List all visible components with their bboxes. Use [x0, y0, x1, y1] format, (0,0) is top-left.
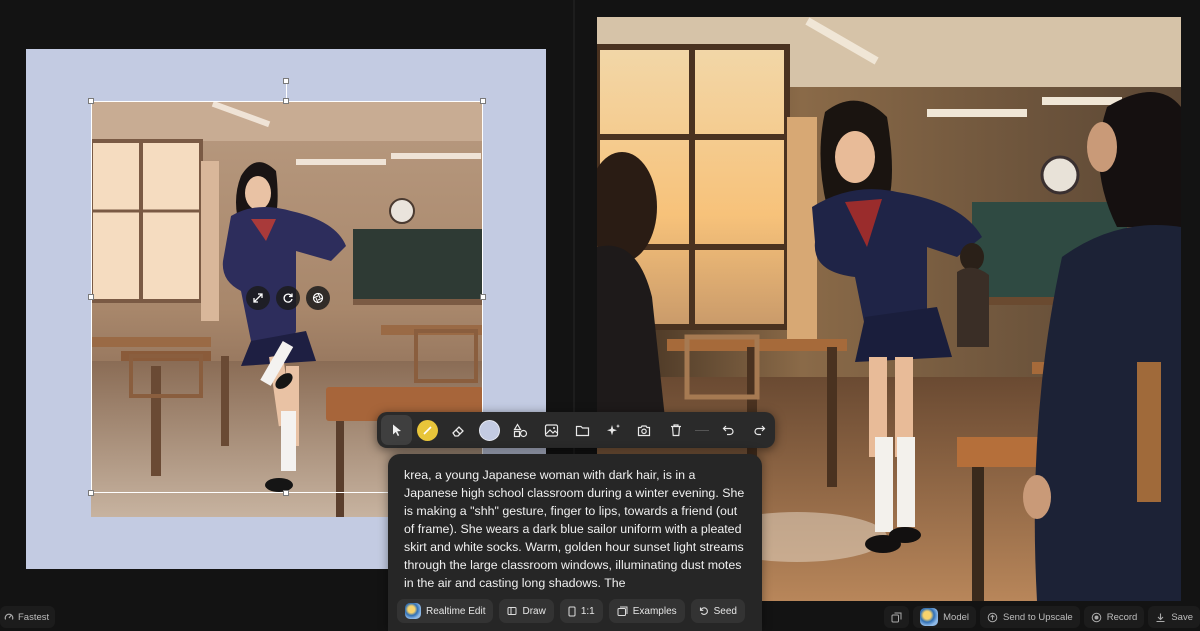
- speed-selector[interactable]: Fastest: [0, 606, 56, 628]
- copy-icon: [891, 612, 902, 622]
- resize-handle-bottom[interactable]: [283, 490, 289, 496]
- download-icon: [1156, 613, 1165, 622]
- save-button[interactable]: Save: [1148, 606, 1200, 628]
- realtime-model-icon: [405, 603, 421, 619]
- brush-swatch-icon: [417, 419, 438, 441]
- toolbar-separator: [695, 429, 709, 431]
- ai-enhance-button[interactable]: [598, 415, 629, 445]
- undo-button[interactable]: [713, 415, 744, 445]
- send-to-upscale-button[interactable]: Send to Upscale: [980, 606, 1080, 628]
- upscale-icon: [987, 612, 998, 622]
- upscale-label: Send to Upscale: [1003, 611, 1073, 623]
- refresh-icon: [699, 607, 708, 615]
- realtime-edit-label: Realtime Edit: [426, 605, 486, 617]
- rotation-handle[interactable]: [283, 78, 289, 84]
- eraser-tool-button[interactable]: [443, 415, 474, 445]
- prompt-panel: krea, a young Japanese woman with dark h…: [388, 454, 762, 631]
- image-tool-button[interactable]: [536, 415, 567, 445]
- redo-icon: [754, 425, 766, 435]
- canvas-toolbar: [377, 412, 775, 448]
- model-label: Model: [943, 611, 969, 623]
- redo-button[interactable]: [744, 415, 775, 445]
- fill-color-button[interactable]: [474, 415, 505, 445]
- speedometer-icon: [4, 613, 14, 620]
- speed-label: Fastest: [18, 611, 50, 623]
- aperture-icon: [312, 292, 324, 304]
- undo-icon: [722, 425, 734, 435]
- delete-button[interactable]: [660, 415, 691, 445]
- image-icon: [544, 423, 559, 437]
- resize-handle-top[interactable]: [283, 98, 289, 104]
- panel-icon: [507, 607, 517, 615]
- copy-button[interactable]: [884, 606, 910, 628]
- shapes-tool-button[interactable]: [505, 415, 536, 445]
- aspect-ratio-label: 1:1: [580, 605, 595, 617]
- draw-label: Draw: [522, 605, 546, 617]
- record-button[interactable]: Record: [1083, 606, 1145, 628]
- sparkles-icon: [607, 423, 620, 435]
- shapes-icon: [513, 422, 528, 437]
- examples-button[interactable]: Examples: [608, 599, 685, 623]
- prompt-textarea[interactable]: krea, a young Japanese woman with dark h…: [404, 466, 749, 590]
- draw-button[interactable]: Draw: [499, 599, 554, 623]
- seed-button[interactable]: Seed: [690, 599, 745, 623]
- seed-label: Seed: [713, 605, 737, 617]
- resize-handle-top-right[interactable]: [480, 98, 486, 104]
- camera-plus-icon: [637, 424, 651, 436]
- rotate-icon: [283, 293, 293, 303]
- resize-handle-right[interactable]: [480, 294, 486, 300]
- record-icon: [1091, 612, 1102, 622]
- cursor-icon: [392, 424, 401, 436]
- object-float-tools: [246, 286, 330, 310]
- examples-label: Examples: [632, 605, 677, 617]
- aspect-ratio-button[interactable]: 1:1: [559, 599, 603, 623]
- phone-aspect-icon: [568, 606, 576, 616]
- folder-button[interactable]: [567, 415, 598, 445]
- prompt-options-row: Realtime Edit Draw 1:1 Examples Seed: [397, 599, 745, 623]
- realtime-edit-button[interactable]: Realtime Edit: [397, 599, 494, 623]
- scale-button[interactable]: [246, 286, 270, 310]
- model-thumbnail-icon: [920, 608, 939, 626]
- resize-handle-left[interactable]: [88, 294, 94, 300]
- output-actions: Model Send to Upscale Record Save: [884, 606, 1200, 628]
- expand-arrows-icon: [253, 293, 263, 303]
- record-label: Record: [1106, 611, 1138, 623]
- eraser-icon: [452, 425, 464, 437]
- color-swatch-icon: [479, 419, 500, 441]
- app: krea, a young Japanese woman with dark h…: [0, 0, 1200, 631]
- save-label: Save: [1171, 611, 1193, 623]
- select-tool-button[interactable]: [381, 415, 412, 445]
- remove-background-button[interactable]: [306, 286, 330, 310]
- brush-color-button[interactable]: [412, 415, 443, 445]
- resize-handle-bottom-left[interactable]: [88, 490, 94, 496]
- resize-handle-top-left[interactable]: [88, 98, 94, 104]
- folder-icon: [575, 425, 590, 436]
- capture-button[interactable]: [629, 415, 660, 445]
- model-button[interactable]: Model: [913, 606, 976, 628]
- trash-icon: [670, 424, 681, 437]
- rotate-button[interactable]: [276, 286, 300, 310]
- images-icon: [617, 606, 628, 616]
